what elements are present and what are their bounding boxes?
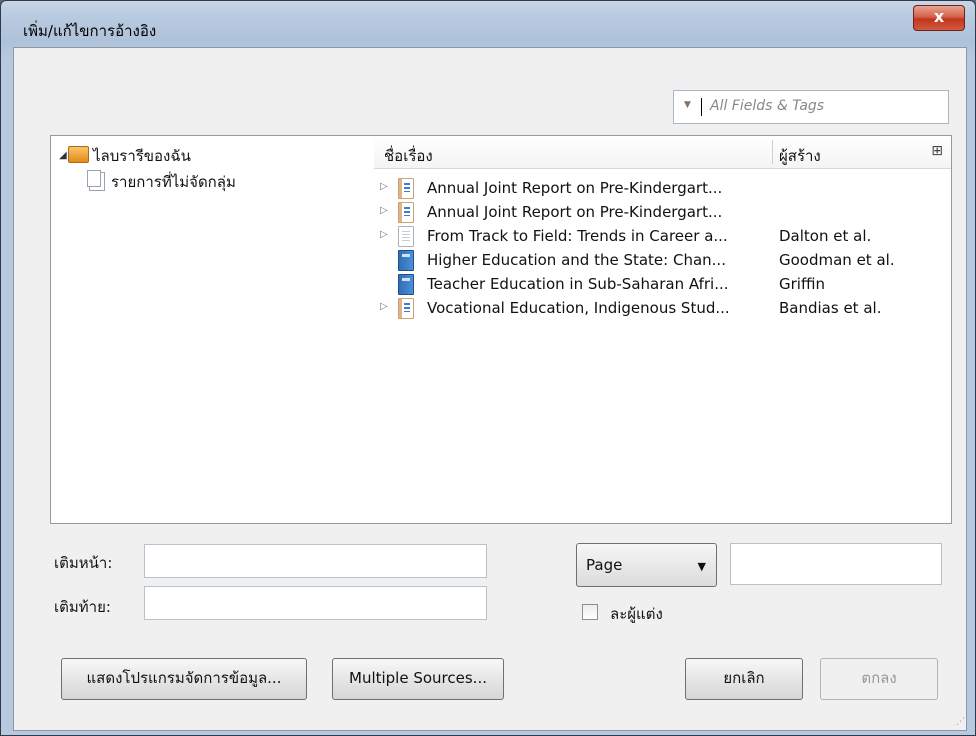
cancel-button[interactable]: ยกเลิก: [685, 658, 803, 700]
table-row[interactable]: ▷ Annual Joint Report on Pre-Kindergart.…: [374, 177, 951, 201]
report-icon: [398, 202, 414, 223]
table-row[interactable]: Teacher Education in Sub-Saharan Afri...…: [374, 273, 951, 297]
document-icon: [398, 226, 414, 247]
items-pane[interactable]: ชื่อเรื่อง ผู้สร้าง ⊞ ▷ Annual Joint Rep…: [374, 135, 952, 524]
suffix-label: เติมท้าย:: [54, 598, 111, 616]
column-picker-icon[interactable]: ⊞: [931, 143, 943, 159]
omit-author-checkbox[interactable]: [582, 604, 598, 620]
suffix-field[interactable]: [144, 586, 487, 620]
close-button[interactable]: x: [913, 5, 965, 31]
book-icon: [398, 250, 414, 271]
show-editor-button[interactable]: แสดงโปรแกรมจัดการข้อมูล...: [61, 658, 307, 700]
table-row[interactable]: ▷ From Track to Field: Trends in Career …: [374, 225, 951, 249]
tree-item-unfiled[interactable]: รายการที่ไม่จัดกลุ่ม: [111, 170, 236, 194]
dialog-content: ▼ All Fields & Tags ◢ ไลบรารีของฉัน รายก…: [13, 47, 967, 731]
search-mode-dropdown-icon[interactable]: ▼: [684, 100, 691, 110]
chevron-down-icon: ▼: [697, 560, 706, 573]
expand-twisty-icon[interactable]: ▷: [380, 301, 388, 312]
locator-type-select[interactable]: Page ▼: [576, 543, 717, 587]
expand-twisty-icon[interactable]: ▷: [380, 181, 388, 192]
library-icon: [68, 146, 89, 163]
tree-item-my-library[interactable]: ไลบรารีของฉัน: [93, 144, 191, 168]
item-title: Teacher Education in Sub-Saharan Afri...: [427, 275, 729, 293]
item-creator: Dalton et al.: [779, 227, 872, 245]
column-header-title[interactable]: ชื่อเรื่อง: [384, 144, 433, 168]
search-placeholder: All Fields & Tags: [710, 98, 825, 114]
tree-expanded-icon[interactable]: ◢: [59, 150, 67, 161]
table-row[interactable]: ▷ Annual Joint Report on Pre-Kindergart.…: [374, 201, 951, 225]
item-title: Higher Education and the State: Chan...: [427, 251, 726, 269]
report-icon: [398, 178, 414, 199]
title-bar[interactable]: เพิ่ม/แก้ไขการอ้างอิง x: [1, 1, 975, 47]
add-edit-citation-dialog: เพิ่ม/แก้ไขการอ้างอิง x ▼ All Fields & T…: [0, 0, 976, 736]
prefix-field[interactable]: [144, 544, 487, 578]
locator-type-value: Page: [586, 556, 623, 574]
unfiled-items-icon: [87, 170, 101, 187]
multiple-sources-button[interactable]: Multiple Sources...: [332, 658, 504, 700]
item-title: Annual Joint Report on Pre-Kindergart...: [427, 203, 723, 221]
book-icon: [398, 274, 414, 295]
item-creator: Bandias et al.: [779, 299, 882, 317]
table-row[interactable]: ▷ Vocational Education, Indigenous Stud.…: [374, 297, 951, 321]
search-input[interactable]: ▼ All Fields & Tags: [673, 90, 949, 124]
locator-field[interactable]: [730, 543, 942, 585]
items-table-header: ชื่อเรื่อง ผู้สร้าง ⊞: [374, 136, 951, 169]
column-header-creator[interactable]: ผู้สร้าง: [779, 144, 821, 168]
resize-grip-icon[interactable]: ⋰: [956, 717, 965, 727]
expand-twisty-icon[interactable]: ▷: [380, 229, 388, 240]
item-title: Vocational Education, Indigenous Stud...: [427, 299, 730, 317]
prefix-label: เติมหน้า:: [54, 554, 113, 572]
item-creator: Griffin: [779, 275, 825, 293]
item-title: From Track to Field: Trends in Career a.…: [427, 227, 728, 245]
omit-author-label[interactable]: ละผู้แต่ง: [610, 602, 663, 626]
text-caret: [701, 98, 702, 116]
dialog-title: เพิ่ม/แก้ไขการอ้างอิง: [23, 22, 157, 40]
expand-twisty-icon[interactable]: ▷: [380, 205, 388, 216]
item-title: Annual Joint Report on Pre-Kindergart...: [427, 179, 723, 197]
table-row[interactable]: Higher Education and the State: Chan... …: [374, 249, 951, 273]
collections-pane[interactable]: ◢ ไลบรารีของฉัน รายการที่ไม่จัดกลุ่ม: [50, 135, 375, 524]
item-creator: Goodman et al.: [779, 251, 895, 269]
report-icon: [398, 298, 414, 319]
ok-button[interactable]: ตกลง: [820, 658, 938, 700]
column-divider[interactable]: [772, 140, 773, 164]
